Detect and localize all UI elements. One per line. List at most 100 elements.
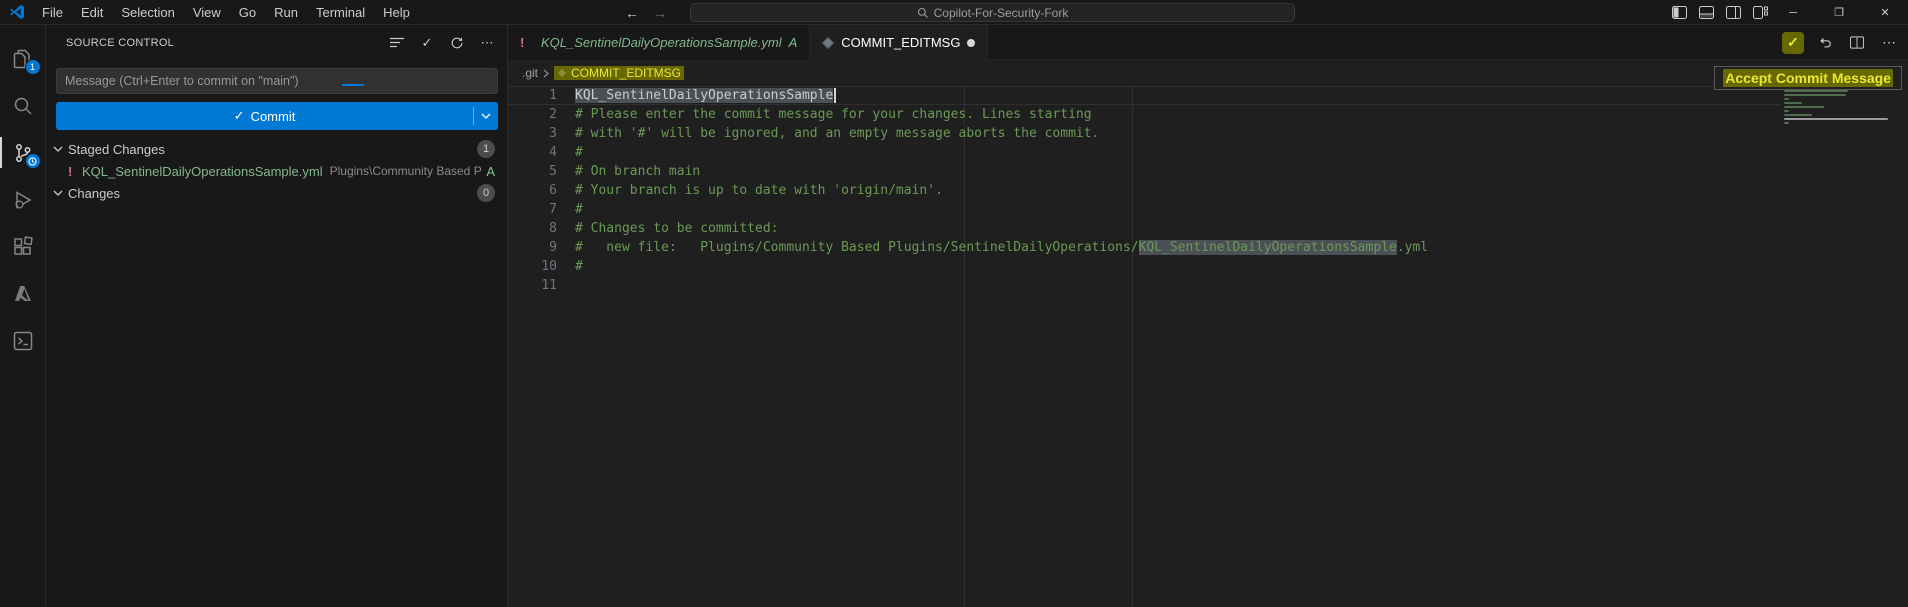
staged-changes-header[interactable]: Staged Changes 1: [46, 138, 507, 160]
code-line: 6 # Your branch is up to date with 'origi…: [508, 181, 1780, 200]
search-view-icon[interactable]: [0, 82, 46, 129]
code-line: 1KQL_SentinelDailyOperationsSample: [508, 86, 1780, 105]
code-line: 8# Changes to be committed:: [508, 219, 1780, 238]
minimap-line: [1784, 94, 1846, 96]
menu-view[interactable]: View: [184, 0, 230, 25]
minimap-line: [1784, 102, 1802, 104]
menu-go[interactable]: Go: [230, 0, 265, 25]
chevron-right-icon: [543, 69, 549, 78]
line-number: 3: [508, 124, 557, 143]
discard-commit-message-icon[interactable]: [1814, 32, 1836, 54]
menu-file[interactable]: File: [33, 0, 72, 25]
menu-selection[interactable]: Selection: [112, 0, 183, 25]
minimize-button[interactable]: ─: [1770, 0, 1816, 25]
menu-terminal[interactable]: Terminal: [307, 0, 374, 25]
code-line: 7#: [508, 200, 1780, 219]
highlighted-text: KQL_SentinelDailyOperationsSample: [1139, 240, 1397, 255]
modified-dot-icon[interactable]: [967, 39, 975, 47]
more-actions-icon[interactable]: ⋯: [479, 35, 495, 51]
toggle-panel-icon[interactable]: [1699, 6, 1714, 19]
code-text: # Changes to be committed:: [575, 221, 779, 236]
yaml-file-icon: !: [520, 35, 534, 50]
close-button[interactable]: ✕: [1862, 0, 1908, 25]
customize-layout-icon[interactable]: [1753, 6, 1768, 19]
minimap-line: [1784, 90, 1848, 92]
breadcrumb-root[interactable]: .git: [522, 66, 538, 80]
breadcrumb-file[interactable]: COMMIT_EDITMSG: [554, 66, 684, 80]
tab-yml-file[interactable]: ! KQL_SentinelDailyOperationsSample.yml …: [508, 25, 810, 60]
commit-action-icon[interactable]: ✓: [419, 35, 435, 51]
text-cursor: [834, 88, 836, 103]
refresh-icon[interactable]: [449, 35, 465, 51]
staged-file-row[interactable]: ! KQL_SentinelDailyOperationsSample.yml …: [46, 160, 507, 182]
tab-bar: ! KQL_SentinelDailyOperationsSample.yml …: [508, 25, 1908, 60]
code-line: 3# with '#' will be ignored, and an empt…: [508, 124, 1780, 143]
code-area[interactable]: 1KQL_SentinelDailyOperationsSample2 # Ple…: [508, 86, 1908, 607]
commit-button[interactable]: ✓ Commit: [56, 102, 498, 130]
view-and-sort-icon[interactable]: [389, 35, 405, 51]
terminal-view-icon[interactable]: [0, 317, 46, 364]
editor-group: ! KQL_SentinelDailyOperationsSample.yml …: [508, 25, 1908, 607]
breadcrumb[interactable]: .git COMMIT_EDITMSG: [508, 60, 1908, 86]
code-text: .yml: [1397, 240, 1428, 255]
commit-dropdown-button[interactable]: [474, 113, 498, 119]
menu-run[interactable]: Run: [265, 0, 307, 25]
explorer-badge: 1: [25, 59, 41, 75]
toggle-sidebar-icon[interactable]: [1672, 6, 1687, 19]
commit-message-input[interactable]: [56, 68, 498, 94]
yaml-file-icon: !: [68, 164, 82, 179]
code-text: #: [575, 259, 583, 274]
git-file-icon: [822, 37, 834, 49]
code-lines: 1KQL_SentinelDailyOperationsSample2 # Ple…: [508, 86, 1908, 295]
minimap-line: [1784, 98, 1789, 100]
nav-forward-icon[interactable]: →: [653, 5, 667, 21]
source-control-icon[interactable]: [0, 129, 46, 176]
source-control-progress-badge: [25, 153, 41, 169]
line-number: 4: [508, 143, 557, 162]
source-control-sidebar: SOURCE CONTROL ✓ ⋯ ✓ Commit: [46, 25, 508, 607]
menu-help[interactable]: Help: [374, 0, 419, 25]
command-center-search[interactable]: Copilot-For-Security-Fork: [690, 3, 1295, 22]
changes-label: Changes: [68, 186, 477, 201]
search-icon: [917, 7, 929, 19]
breadcrumb-file-label: COMMIT_EDITMSG: [571, 66, 681, 80]
minimap-line: [1784, 106, 1824, 108]
line-number: 7: [508, 200, 557, 219]
code-line: 10 #: [508, 257, 1780, 276]
staged-count-badge: 1: [477, 140, 495, 158]
commit-check-icon: ✓: [234, 108, 245, 124]
code-text: # On branch main: [575, 164, 700, 179]
accept-commit-message-tooltip: Accept Commit Message: [1714, 66, 1902, 90]
split-editor-icon[interactable]: [1846, 32, 1868, 54]
tab-commit-editmsg[interactable]: COMMIT_EDITMSG: [810, 25, 988, 60]
git-status-added: A: [789, 35, 798, 50]
minimap[interactable]: [1784, 86, 1902, 126]
line-number: 10: [508, 257, 557, 276]
chevron-down-icon: [50, 146, 66, 152]
chevron-down-icon: [50, 190, 66, 196]
menu-edit[interactable]: Edit: [72, 0, 112, 25]
tab-label: KQL_SentinelDailyOperationsSample.yml: [541, 35, 782, 50]
more-actions-icon[interactable]: ⋯: [1878, 32, 1900, 54]
toggle-secondary-sidebar-icon[interactable]: [1726, 6, 1741, 19]
nav-back-icon[interactable]: ←: [625, 5, 639, 21]
run-debug-icon[interactable]: [0, 176, 46, 223]
commit-button-label: Commit: [251, 109, 296, 124]
azure-icon[interactable]: [0, 270, 46, 317]
code-line: 4#: [508, 143, 1780, 162]
git-file-icon: [557, 68, 567, 78]
explorer-icon[interactable]: 1: [0, 35, 46, 82]
line-number: 2: [508, 105, 557, 124]
accept-commit-message-icon[interactable]: ✓: [1782, 32, 1804, 54]
changes-header[interactable]: Changes 0: [46, 182, 507, 204]
tab-label: COMMIT_EDITMSG: [841, 35, 960, 50]
code-text: # Your branch is up to date with 'origin…: [575, 183, 943, 198]
extensions-icon[interactable]: [0, 223, 46, 270]
restore-button[interactable]: ❐: [1816, 0, 1862, 25]
line-number: 11: [508, 276, 557, 295]
sidebar-title: SOURCE CONTROL: [66, 37, 389, 49]
changes-count-badge: 0: [477, 184, 495, 202]
code-text: # Please enter the commit message for yo…: [575, 107, 1092, 122]
code-line: 5# On branch main: [508, 162, 1780, 181]
line-number: 6: [508, 181, 557, 200]
